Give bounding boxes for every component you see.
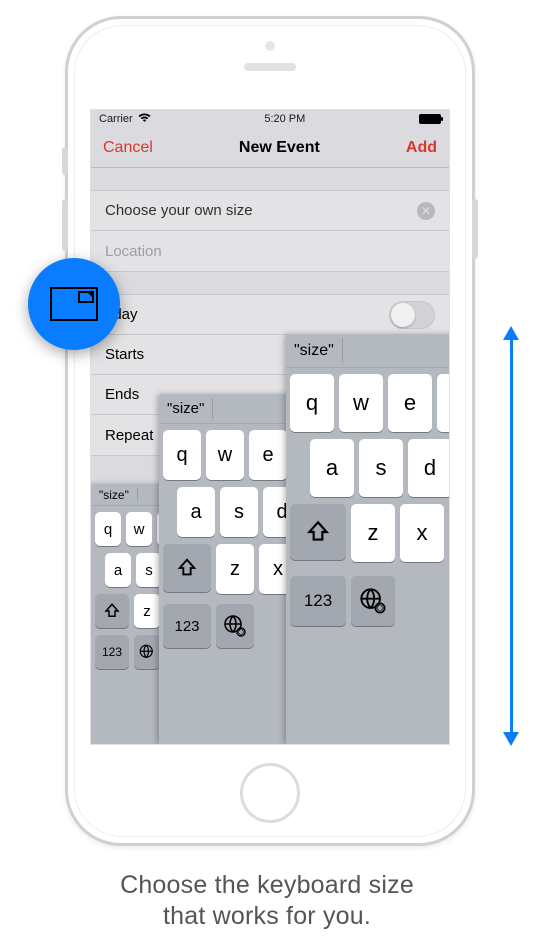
globe-icon[interactable]: [216, 604, 254, 648]
key-w[interactable]: w: [339, 374, 383, 432]
clear-icon[interactable]: ✕: [417, 202, 435, 220]
front-camera: [265, 41, 275, 51]
suggestion-text[interactable]: "size": [294, 342, 334, 360]
shift-key[interactable]: [95, 594, 129, 628]
key-d[interactable]: d: [408, 439, 450, 497]
key-z[interactable]: z: [351, 504, 395, 562]
key-a[interactable]: a: [310, 439, 354, 497]
volume-up: [62, 199, 68, 251]
caption: Choose the keyboard size that works for …: [0, 870, 534, 933]
globe-icon[interactable]: [351, 576, 395, 626]
caption-line-1: Choose the keyboard size: [0, 870, 534, 901]
mute-switch: [62, 147, 68, 175]
earpiece-speaker: [244, 63, 296, 71]
status-bar: Carrier 5:20 PM: [91, 110, 449, 128]
key-q[interactable]: q: [95, 512, 121, 546]
key-s[interactable]: s: [220, 487, 258, 537]
location-row[interactable]: [91, 231, 449, 271]
key-s[interactable]: s: [359, 439, 403, 497]
caption-line-2: that works for you.: [0, 901, 534, 932]
home-button[interactable]: [240, 763, 300, 823]
key-z[interactable]: z: [134, 594, 160, 628]
key-a[interactable]: a: [177, 487, 215, 537]
suggestion-text[interactable]: "size": [167, 400, 204, 417]
ends-label: Ends: [105, 386, 139, 403]
nav-bar: Cancel New Event Add: [91, 128, 449, 168]
screen: Carrier 5:20 PM Cancel New Event Add ✕: [90, 109, 450, 745]
vertical-resize-arrow: [502, 326, 520, 746]
add-button[interactable]: Add: [406, 139, 437, 157]
key-w[interactable]: w: [126, 512, 152, 546]
key-q[interactable]: q: [163, 430, 201, 480]
key-x[interactable]: x: [400, 504, 444, 562]
numeric-key[interactable]: 123: [95, 635, 129, 669]
key-a[interactable]: a: [105, 553, 131, 587]
shift-key[interactable]: [163, 544, 211, 592]
globe-icon[interactable]: [134, 635, 160, 669]
numeric-key[interactable]: 123: [290, 576, 346, 626]
allday-switch[interactable]: [389, 301, 435, 329]
allday-row: l-day: [91, 295, 449, 335]
suggestion-text[interactable]: "size": [99, 488, 129, 502]
key-z[interactable]: z: [216, 544, 254, 594]
key-c[interactable]: c: [449, 504, 450, 562]
page-title: New Event: [239, 139, 320, 157]
power-button: [472, 199, 478, 259]
resize-icon: [50, 287, 98, 321]
title-row[interactable]: ✕: [91, 191, 449, 231]
keyboard-preview-large: "size" q w e r a s d f: [286, 334, 450, 744]
numeric-key[interactable]: 123: [163, 604, 211, 648]
title-input[interactable]: [105, 202, 417, 219]
key-w[interactable]: w: [206, 430, 244, 480]
shift-key[interactable]: [290, 504, 346, 560]
starts-label: Starts: [105, 346, 144, 363]
cancel-button[interactable]: Cancel: [103, 139, 153, 157]
resize-badge: [28, 258, 120, 350]
battery-icon: [419, 114, 441, 124]
clock: 5:20 PM: [264, 113, 305, 125]
key-q[interactable]: q: [290, 374, 334, 432]
location-input[interactable]: [105, 243, 435, 260]
carrier-label: Carrier: [99, 113, 133, 125]
phone-frame: Carrier 5:20 PM Cancel New Event Add ✕: [65, 16, 475, 846]
key-e[interactable]: e: [388, 374, 432, 432]
key-e[interactable]: e: [249, 430, 287, 480]
repeat-label: Repeat: [105, 427, 153, 444]
key-r[interactable]: r: [437, 374, 450, 432]
wifi-icon: [138, 113, 151, 126]
